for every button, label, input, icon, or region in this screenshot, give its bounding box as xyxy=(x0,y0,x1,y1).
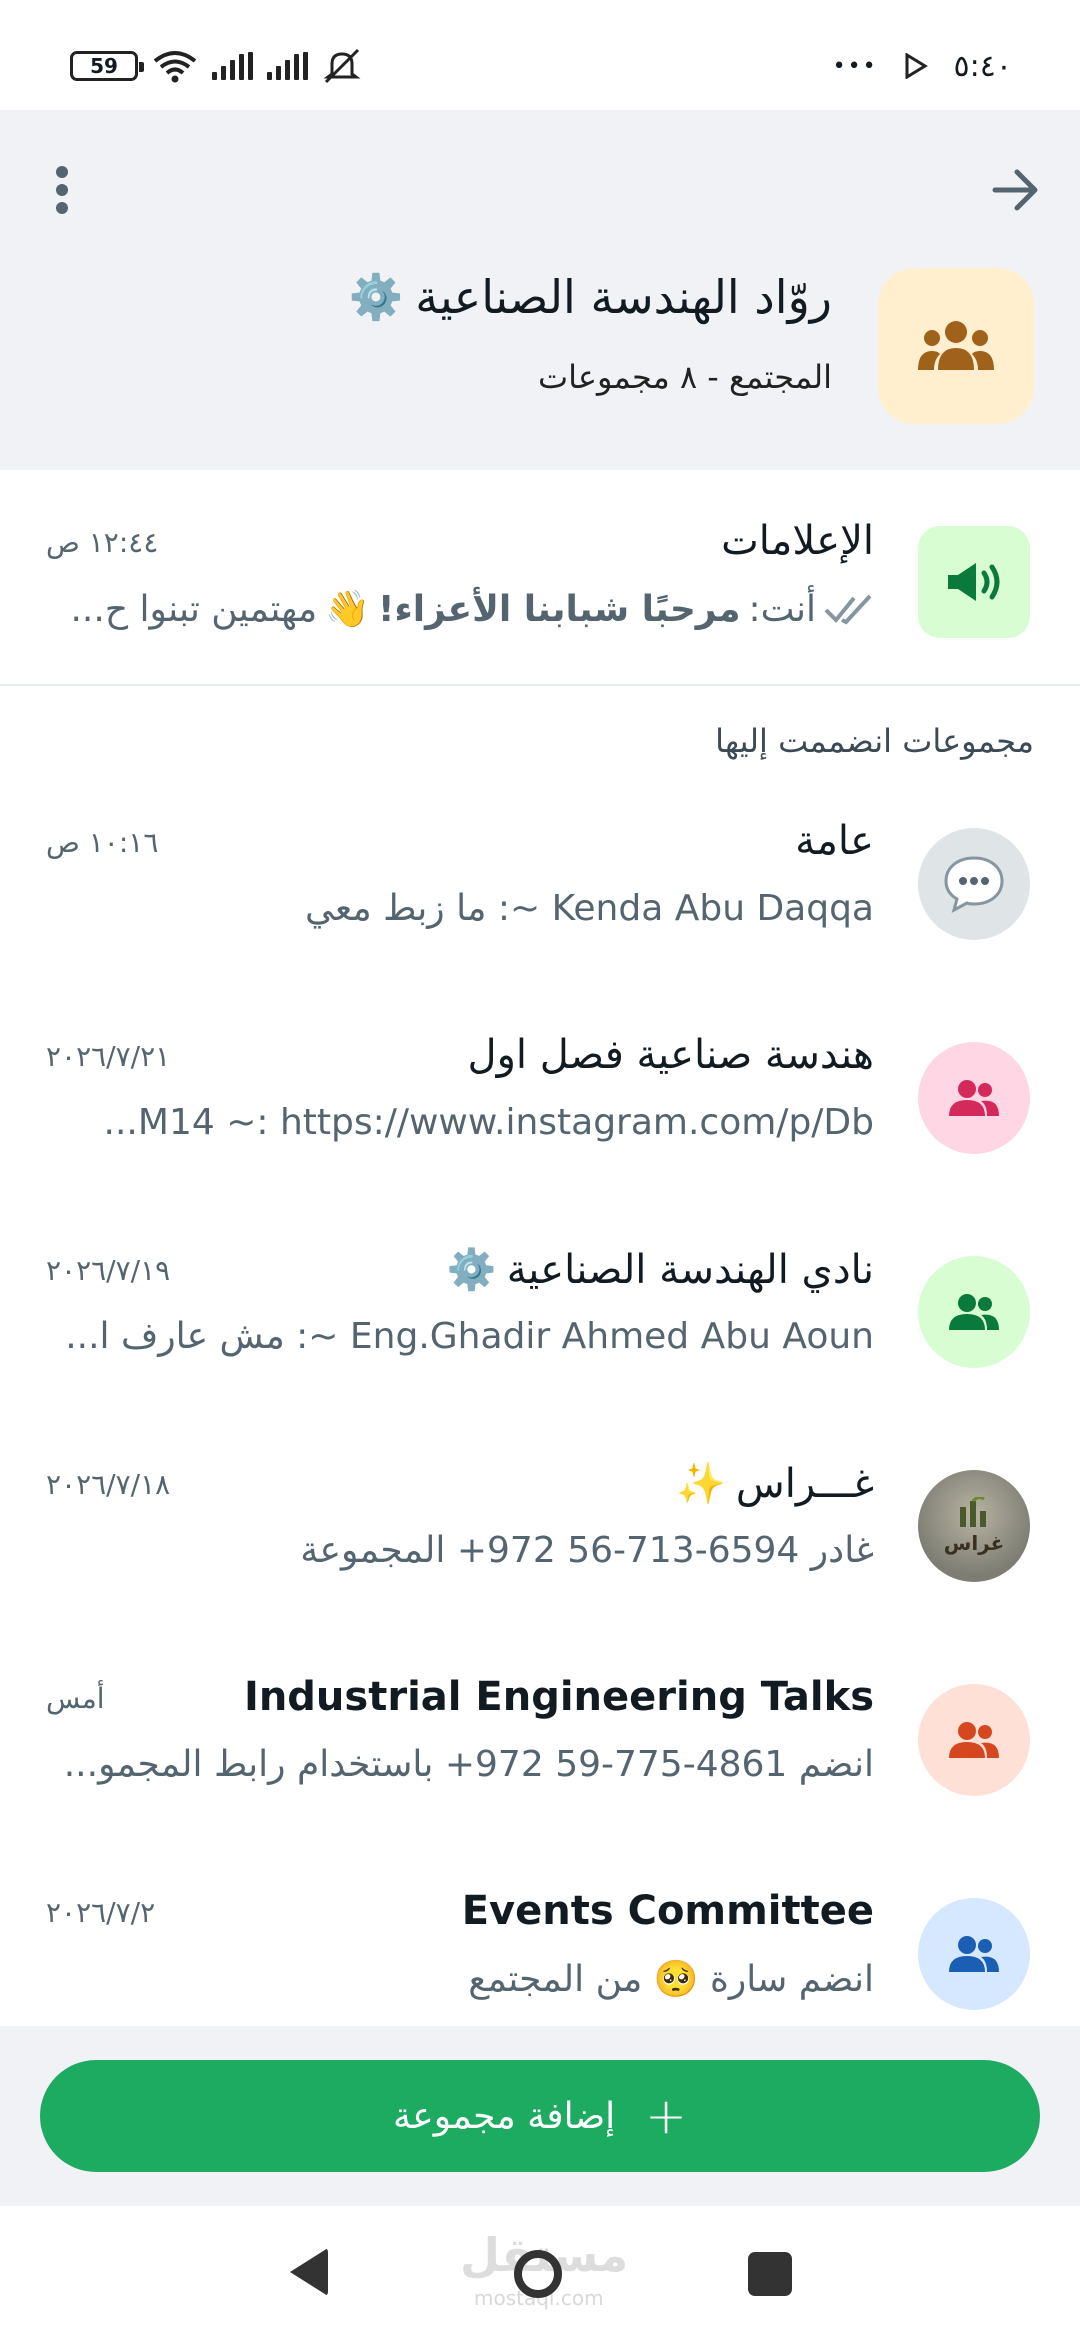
chat-name: Industrial Engineering Talks xyxy=(244,1674,874,1720)
chat-time: أمس xyxy=(46,1682,105,1715)
gear-emoji: ⚙️ xyxy=(348,272,404,323)
preview-sender: أنت: xyxy=(748,588,817,630)
announcements-preview: أنت: مرحبًا شبابنا الأعزاء! 👋 مهتمين تبن… xyxy=(70,588,874,630)
nav-recents-icon[interactable] xyxy=(748,2252,792,2296)
preview-rest: مهتمين تبنوا ح... xyxy=(70,588,318,630)
battery-icon: 59 xyxy=(70,51,144,81)
chat-avatar xyxy=(918,1898,1030,2010)
chat-preview: Kenda Abu Daqqa ~: ما زبط معي xyxy=(305,888,874,929)
mute-icon xyxy=(323,48,361,84)
back-button[interactable] xyxy=(986,160,1046,220)
play-icon xyxy=(905,53,928,79)
community-group-icon xyxy=(918,321,994,370)
add-group-label: إضافة مجموعة xyxy=(392,2095,616,2137)
signal-1-icon xyxy=(212,52,253,80)
community-subtitle: المجتمع - ٨ مجموعات xyxy=(537,358,832,396)
group-icon xyxy=(949,1080,999,1116)
list-item[interactable]: نادي الهندسة الصناعية ⚙️ Eng.Ghadir Ahme… xyxy=(0,1228,1080,1428)
chat-avatar xyxy=(918,1684,1030,1796)
chat-avatar: غراس xyxy=(918,1470,1030,1582)
chat-name: عامة xyxy=(795,818,874,864)
community-title: روّاد الهندسة الصناعية ⚙️ xyxy=(348,270,832,324)
preview-bold: مرحبًا شبابنا الأعزاء! xyxy=(377,588,741,630)
chat-name-text: Events Committee xyxy=(461,1888,874,1934)
wave-emoji: 👋 xyxy=(325,589,370,630)
status-icons-right: ••• ٥:٤٠ xyxy=(833,44,1012,88)
chat-name-text: هندسة صناعية فصل اول xyxy=(467,1032,874,1078)
ghiras-logo-icon: غراس xyxy=(918,1470,1030,1582)
chat-preview: M14 ~: https://www.instagram.com/p/Db... xyxy=(103,1102,874,1143)
list-item[interactable]: Industrial Engineering Talks انضم 4861-7… xyxy=(0,1656,1080,1856)
kebab-menu-icon xyxy=(56,166,68,214)
joined-groups-label: مجموعات انضممت إليها xyxy=(715,722,1034,760)
announcements-avatar xyxy=(918,526,1030,638)
community-avatar[interactable] xyxy=(878,268,1034,424)
chat-preview: غادر 6594-713-56 972+ المجموعة xyxy=(300,1530,874,1571)
chat-avatar xyxy=(918,828,1030,940)
more-notifications-icon: ••• xyxy=(832,53,878,79)
announcements-time: ١٢:٤٤ ص xyxy=(46,526,159,559)
ghiras-logo-text: غراس xyxy=(943,1531,1005,1555)
chat-name-text: عامة xyxy=(795,818,874,864)
chat-name-text: نادي الهندسة الصناعية xyxy=(506,1246,874,1293)
system-nav-bar: مستقل mostaql.com xyxy=(0,2206,1080,2340)
chat-name: Events Committee xyxy=(462,1888,874,1934)
chat-name-text: Industrial Engineering Talks xyxy=(243,1674,874,1720)
chat-name: نادي الهندسة الصناعية ⚙️ xyxy=(446,1246,874,1294)
list-item[interactable]: هندسة صناعية فصل اول M14 ~: https://www.… xyxy=(0,1014,1080,1214)
community-header: روّاد الهندسة الصناعية ⚙️ المجتمع - ٨ مج… xyxy=(0,110,1080,470)
group-icon xyxy=(949,1722,999,1758)
more-options-button[interactable] xyxy=(32,160,92,220)
nav-back-icon[interactable] xyxy=(290,2248,328,2296)
signal-2-icon xyxy=(267,52,308,80)
chat-time: ٢٠٢٦/٧/٢١ xyxy=(46,1040,171,1073)
nav-home-icon[interactable] xyxy=(514,2250,562,2298)
clock: ٥:٤٠ xyxy=(953,48,1012,84)
megaphone-icon xyxy=(948,563,1000,601)
chat-time: ١٠:١٦ ص xyxy=(46,826,159,859)
list-item[interactable]: عامة Kenda Abu Daqqa ~: ما زبط معي ١٠:١٦… xyxy=(0,800,1080,1000)
speech-bubble-icon xyxy=(944,856,1004,913)
battery-level: 59 xyxy=(90,54,118,78)
announcements-name: الإعلامات xyxy=(721,518,874,564)
status-icons-left: 59 xyxy=(70,44,362,88)
status-bar: 59 ••• ٥:٤٠ xyxy=(0,0,1080,110)
group-icon xyxy=(949,1936,999,1972)
chat-preview: انضم سارة 🥺 من المجتمع xyxy=(468,1959,874,2000)
arrow-right-icon xyxy=(992,169,1038,211)
chat-time: ٢٠٢٦/٧/٢ xyxy=(46,1896,156,1929)
wifi-icon xyxy=(153,51,197,83)
chat-preview: Eng.Ghadir Ahmed Abu Aoun ~: مش عارف ا..… xyxy=(65,1316,874,1357)
announcements-row[interactable]: الإعلامات ١٢:٤٤ ص أنت: مرحبًا شبابنا الأ… xyxy=(0,470,1080,686)
chat-avatar xyxy=(918,1256,1030,1368)
chat-time: ٢٠٢٦/٧/١٨ xyxy=(46,1468,171,1501)
chat-preview: انضم 4861-775-59 972+ باستخدام رابط المج… xyxy=(63,1744,874,1785)
group-icon xyxy=(949,1294,999,1330)
double-check-icon xyxy=(824,594,872,625)
chat-name: هندسة صناعية فصل اول xyxy=(468,1032,874,1078)
chat-name-text: غـــراس xyxy=(735,1460,874,1507)
add-group-button[interactable]: + إضافة مجموعة xyxy=(40,2060,1040,2172)
gear-emoji: ⚙️ xyxy=(446,1247,497,1293)
chat-name: غـــراس ✨ xyxy=(676,1460,874,1508)
chat-avatar xyxy=(918,1042,1030,1154)
sparkles-emoji: ✨ xyxy=(676,1461,726,1507)
plus-icon: + xyxy=(645,2087,688,2145)
list-item[interactable]: غراس غـــراس ✨ غادر 6594-713-56 972+ الم… xyxy=(0,1442,1080,1642)
chat-time: ٢٠٢٦/٧/١٩ xyxy=(46,1254,171,1287)
community-name: روّاد الهندسة الصناعية xyxy=(415,270,832,324)
add-group-bar: + إضافة مجموعة xyxy=(0,2026,1080,2206)
